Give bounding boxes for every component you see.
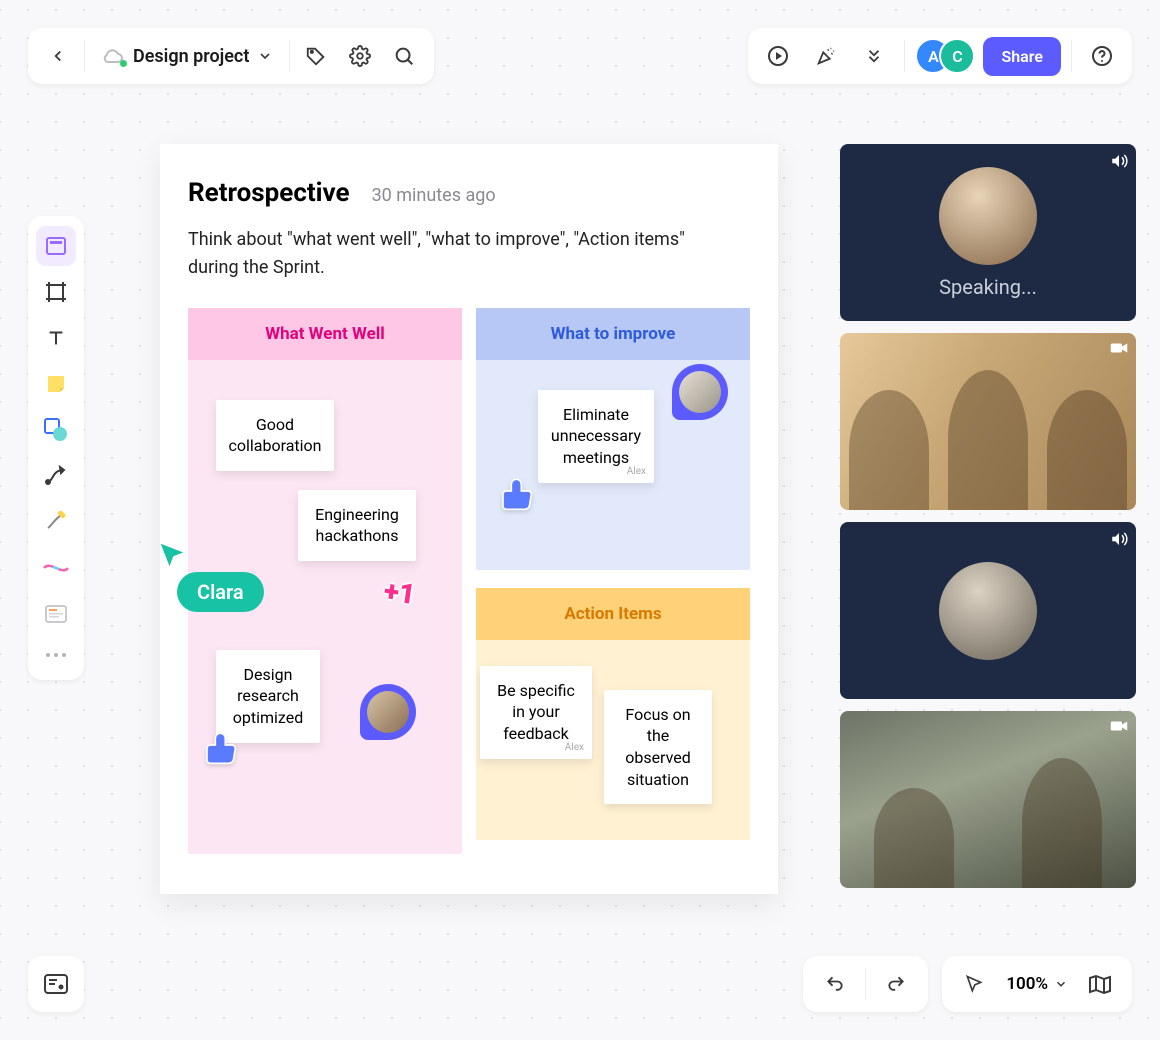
cloud-icon bbox=[101, 46, 125, 66]
undo-button[interactable] bbox=[815, 964, 855, 1004]
column-improve[interactable]: What to improve Eliminate unnecessary me… bbox=[476, 308, 750, 570]
camera-icon bbox=[1110, 341, 1128, 355]
tool-pen[interactable] bbox=[36, 502, 76, 542]
video-tile[interactable] bbox=[840, 711, 1136, 888]
column-header: What to improve bbox=[476, 308, 750, 360]
bottom-controls: 100% bbox=[803, 956, 1132, 1012]
user-avatar-badge bbox=[360, 684, 416, 740]
video-tile[interactable] bbox=[840, 333, 1136, 510]
column-header: Action Items bbox=[476, 588, 750, 640]
zoom-selector[interactable]: 100% bbox=[1002, 974, 1072, 994]
thumbs-up-icon[interactable] bbox=[498, 476, 538, 516]
card-timestamp: 30 minutes ago bbox=[372, 185, 496, 206]
video-tile[interactable] bbox=[840, 522, 1136, 699]
note-text: Engineering hackathons bbox=[315, 505, 399, 546]
cursor-label: Clara bbox=[177, 572, 264, 612]
separator bbox=[84, 40, 85, 72]
undo-redo-box bbox=[803, 956, 928, 1012]
note-text: Be specific in your feedback bbox=[497, 681, 575, 743]
separator bbox=[904, 40, 905, 72]
chevron-down-icon bbox=[257, 48, 273, 64]
project-name: Design project bbox=[133, 46, 249, 67]
speaker-icon bbox=[1110, 152, 1128, 170]
sticky-note[interactable]: Be specific in your feedback Alex bbox=[480, 666, 592, 759]
tag-button[interactable] bbox=[296, 36, 336, 76]
sticky-note[interactable]: Good collaboration bbox=[216, 400, 334, 471]
chevron-down-icon bbox=[1054, 977, 1068, 991]
retrospective-card[interactable]: Retrospective 30 minutes ago Think about… bbox=[160, 144, 778, 894]
redo-button[interactable] bbox=[876, 964, 916, 1004]
participant-avatar bbox=[939, 562, 1037, 660]
tool-connector[interactable] bbox=[36, 548, 76, 588]
thumbs-up-icon[interactable] bbox=[202, 730, 242, 770]
speaking-label: Speaking... bbox=[939, 275, 1037, 299]
separator bbox=[1071, 40, 1072, 72]
help-button[interactable] bbox=[1082, 36, 1122, 76]
speaker-icon bbox=[1110, 530, 1128, 548]
video-panel: Speaking... bbox=[840, 144, 1136, 888]
sticky-note[interactable]: Eliminate unnecessary meetings Alex bbox=[538, 390, 654, 483]
note-text: Good collaboration bbox=[229, 415, 322, 456]
sticky-note[interactable]: Engineering hackathons bbox=[298, 490, 416, 561]
user-avatar-badge bbox=[672, 364, 728, 420]
topbar-right: A C Share bbox=[748, 28, 1132, 84]
view-controls-box: 100% bbox=[942, 956, 1132, 1012]
camera-icon bbox=[1110, 719, 1128, 733]
avatar-stack[interactable]: A C bbox=[915, 38, 975, 74]
tool-panel bbox=[28, 216, 84, 680]
note-text: Design research optimized bbox=[233, 665, 303, 727]
cursor-icon bbox=[157, 540, 264, 570]
tool-shape[interactable] bbox=[36, 410, 76, 450]
tool-card[interactable] bbox=[36, 594, 76, 634]
note-text: Eliminate unnecessary meetings bbox=[551, 405, 641, 467]
share-button[interactable]: Share bbox=[983, 37, 1061, 76]
separator bbox=[865, 968, 866, 1000]
topbar-left: Design project bbox=[28, 28, 434, 84]
note-text: Focus on the observed situation bbox=[625, 705, 691, 789]
tool-line[interactable] bbox=[36, 456, 76, 496]
note-author: Alex bbox=[565, 741, 584, 755]
play-button[interactable] bbox=[758, 36, 798, 76]
note-author: Alex bbox=[627, 465, 646, 479]
pointer-button[interactable] bbox=[954, 964, 994, 1004]
sticky-note[interactable]: Design research optimized bbox=[216, 650, 320, 743]
tool-more[interactable] bbox=[36, 640, 76, 670]
remote-cursor: Clara bbox=[157, 540, 264, 612]
video-tile[interactable]: Speaking... bbox=[840, 144, 1136, 321]
tool-text[interactable] bbox=[36, 318, 76, 358]
card-title: Retrospective bbox=[188, 178, 350, 208]
zoom-value: 100% bbox=[1006, 974, 1048, 994]
column-header: What Went Well bbox=[188, 308, 462, 360]
confetti-button[interactable] bbox=[806, 36, 846, 76]
plus-one-sticker[interactable]: +1 bbox=[382, 574, 417, 611]
participant-avatar bbox=[939, 167, 1037, 265]
tool-frame[interactable] bbox=[36, 272, 76, 312]
project-selector[interactable]: Design project bbox=[91, 36, 283, 76]
column-action[interactable]: Action Items Be specific in your feedbac… bbox=[476, 588, 750, 840]
search-button[interactable] bbox=[384, 36, 424, 76]
avatar-c[interactable]: C bbox=[939, 38, 975, 74]
tool-templates[interactable] bbox=[36, 226, 76, 266]
settings-button[interactable] bbox=[340, 36, 380, 76]
tool-sticky[interactable] bbox=[36, 364, 76, 404]
separator bbox=[289, 40, 290, 72]
expand-button[interactable] bbox=[854, 36, 894, 76]
card-description: Think about "what went well", "what to i… bbox=[188, 226, 698, 282]
map-button[interactable] bbox=[1080, 964, 1120, 1004]
minimap-button[interactable] bbox=[28, 956, 84, 1012]
back-button[interactable] bbox=[38, 36, 78, 76]
sticky-note[interactable]: Focus on the observed situation bbox=[604, 690, 712, 804]
